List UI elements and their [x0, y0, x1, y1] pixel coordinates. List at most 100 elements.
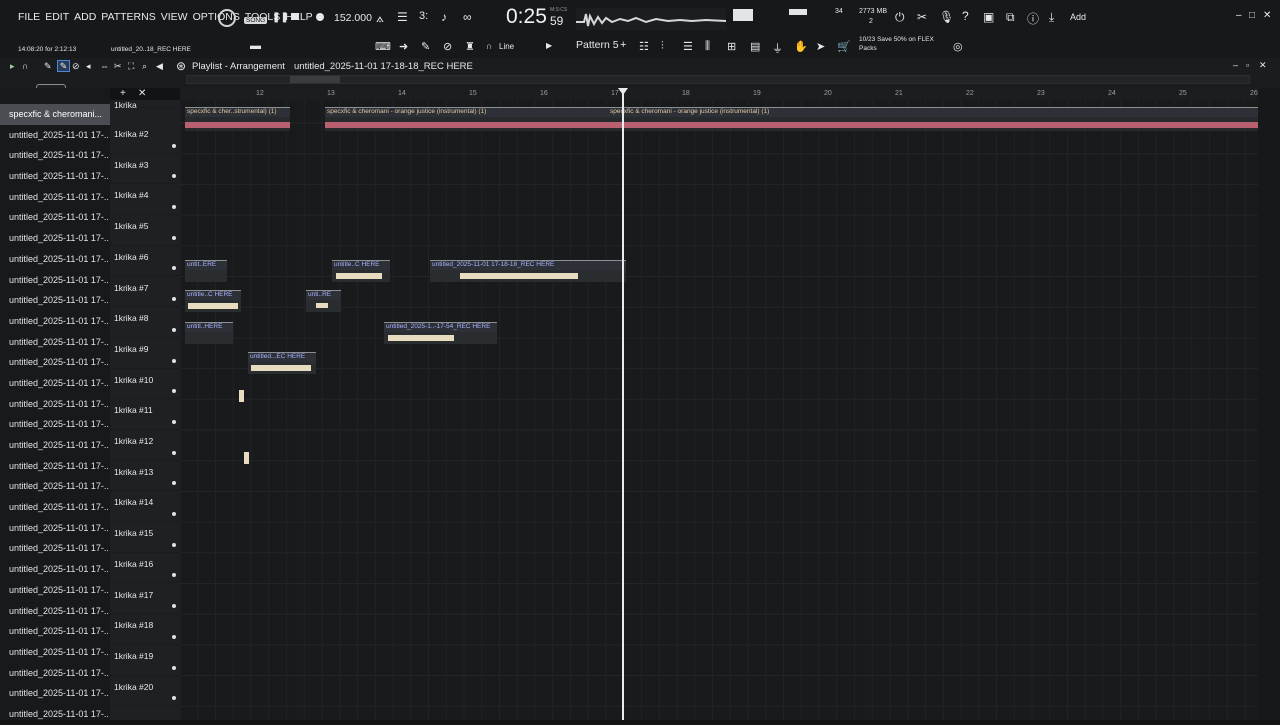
browser-item[interactable]: untitled_2025-11-01 17-.. — [0, 704, 110, 725]
browser-item[interactable]: untitled_2025-11-01 17-.. — [0, 456, 110, 477]
typing-keyboard-icon[interactable]: ⌨ — [375, 40, 391, 53]
browser-item[interactable]: untitled_2025-11-01 17-.. — [0, 166, 110, 187]
track-header[interactable]: 1krika #20 — [110, 676, 180, 707]
collapse-icon[interactable]: ✕ — [138, 88, 146, 99]
play-arrow-icon[interactable]: ▶ — [546, 41, 552, 50]
vertical-scrollbar[interactable] — [1258, 88, 1280, 720]
tempo-display[interactable]: 152.000 — [334, 12, 372, 24]
track-led-icon[interactable] — [172, 450, 176, 455]
track-header[interactable]: 1krika #4 — [110, 184, 180, 216]
channel-rack-icon[interactable]: ⫶ — [661, 40, 664, 53]
browser-item[interactable]: untitled_2025-11-01 17-.. — [0, 663, 110, 684]
snap-select[interactable]: Line — [499, 42, 514, 51]
news-ticker[interactable]: 10/23 Save 50% on FLEX — [859, 36, 934, 43]
browser-item[interactable]: untitled_2025-11-01 17-.. — [0, 518, 110, 539]
loop-record-icon[interactable]: ∞ — [463, 10, 472, 24]
browser-item[interactable]: untitled_2025-11-01 17-.. — [0, 290, 110, 311]
track-header[interactable]: 1krika #5 — [110, 215, 180, 246]
send-icon[interactable]: ➤ — [816, 40, 825, 53]
track-header[interactable]: 1krika #13 — [110, 461, 180, 492]
track-header[interactable]: 1krika #7 — [110, 277, 180, 308]
pat-song-knob-icon[interactable] — [218, 9, 236, 27]
stamp-icon[interactable]: ♜ — [465, 40, 475, 53]
browser-item[interactable]: untitled_2025-11-01 17-.. — [0, 683, 110, 704]
track-header[interactable]: 1krika #10 — [110, 369, 180, 400]
record-button[interactable] — [316, 13, 324, 21]
playhead-marker-icon[interactable] — [618, 88, 628, 95]
browser-item[interactable]: untitled_2025-11-01 17-.. — [0, 311, 110, 332]
menu-file[interactable]: FILE — [18, 11, 40, 23]
track-led-icon[interactable] — [172, 205, 176, 210]
magnet-icon[interactable]: ∩ — [486, 41, 492, 51]
browser-item[interactable]: untitled_2025-11-01 17-.. — [0, 373, 110, 394]
track-led-icon[interactable] — [172, 174, 176, 179]
audio-clip-2[interactable]: specxfic & cheromani - orange justice (i… — [325, 107, 625, 131]
paint-tool-icon[interactable]: ✎ — [57, 60, 70, 72]
browser-item[interactable]: untitled_2025-11-01 17-.. — [0, 145, 110, 166]
scroll-thumb[interactable] — [290, 76, 340, 83]
add-button[interactable]: Add — [1070, 12, 1086, 22]
delete-tool-icon[interactable]: ⊘ — [72, 61, 80, 72]
vocal-clip-3[interactable]: untitled_2025-11-01 17-18-18_REC HERE — [430, 260, 626, 282]
touch-icon[interactable]: ✋ — [794, 40, 808, 53]
plugin-db-icon[interactable]: ▤ — [750, 40, 760, 53]
playlist-close[interactable]: ✕ — [1259, 60, 1267, 71]
track-led-icon[interactable] — [172, 542, 176, 547]
audio-clip-1[interactable]: specxfic & cher..strumental) (1) — [185, 107, 290, 131]
master-volume-meter[interactable] — [733, 9, 753, 21]
browser-item[interactable]: untitled_2025-11-01 17-.. — [0, 249, 110, 270]
browser-item[interactable]: untitled_2025-11-01 17-.. — [0, 497, 110, 518]
track-led-icon[interactable] — [172, 696, 176, 701]
track-led-icon[interactable] — [172, 419, 176, 424]
arrow-right-icon[interactable]: ➜ — [399, 40, 408, 53]
browser-icon[interactable]: ⊞ — [727, 40, 736, 53]
close-button[interactable]: ✕ — [1263, 10, 1271, 21]
playlist-minimize[interactable]: – — [1233, 60, 1238, 70]
mixer-icon[interactable]: ⫼ — [705, 40, 710, 53]
countdown-icon[interactable]: 3: — [419, 10, 428, 22]
browser-item[interactable]: untitled_2025-11-01 17-.. — [0, 187, 110, 208]
song-mode-toggle[interactable]: SONG — [244, 17, 268, 24]
browser-item[interactable]: untitled_2025-11-01 17-.. — [0, 601, 110, 622]
pattern-select[interactable]: Pattern 5 — [576, 39, 619, 51]
vocal-clip-4[interactable]: untitle..C HERE — [185, 290, 241, 312]
draw-tool-icon[interactable]: ✎ — [44, 61, 52, 72]
browser-selected-item[interactable]: specxfic & cheromani... — [0, 104, 110, 125]
select-tool-icon[interactable]: ⛶ — [128, 61, 134, 72]
browser-item[interactable]: untitled_2025-11-01 17-.. — [0, 332, 110, 353]
timeline-ruler[interactable]: 12 13 14 15 16 17 18 19 20 21 22 23 24 25 26 — [180, 88, 1258, 100]
track-led-icon[interactable] — [172, 481, 176, 486]
vocal-clip-8[interactable]: untitled...EC HERE — [248, 352, 316, 374]
menu-edit[interactable]: EDIT — [45, 11, 69, 23]
track-header[interactable]: 1krika #6 — [110, 246, 180, 277]
blend-notes-icon[interactable]: ♪ — [441, 10, 447, 24]
link-icon[interactable]: ⊘ — [443, 40, 452, 53]
browser-item[interactable]: untitled_2025-11-01 17-.. — [0, 538, 110, 559]
shop-icon[interactable]: 🛒 — [837, 40, 851, 53]
track-led-icon[interactable] — [172, 634, 176, 639]
track-led-icon[interactable] — [172, 665, 176, 670]
browser-item[interactable]: untitled_2025-11-01 17-.. — [0, 414, 110, 435]
track-header[interactable]: 1krika #16 — [110, 553, 180, 584]
vocal-clip-2[interactable]: untitle..C HERE — [332, 260, 390, 282]
track-led-icon[interactable] — [172, 235, 176, 240]
brush-icon[interactable]: ✎ — [421, 40, 430, 53]
zoom-tool-icon[interactable]: ⌕ — [142, 61, 147, 72]
browser-item[interactable]: untitled_2025-11-01 17-.. — [0, 642, 110, 663]
track-header[interactable]: 1krika #12 — [110, 430, 180, 461]
plugin-icon[interactable]: ⧉ — [1006, 10, 1015, 25]
browser-item[interactable]: untitled_2025-11-01 17-.. — [0, 352, 110, 373]
metronome-icon[interactable]: ⟑ — [376, 10, 384, 26]
help-icon[interactable]: ? — [962, 9, 969, 23]
browser-item[interactable]: untitled_2025-11-01 17-.. — [0, 207, 110, 228]
time-format-label[interactable]: M:S:CS — [550, 7, 567, 13]
browser-item[interactable]: untitled_2025-11-01 17-.. — [0, 476, 110, 497]
info-icon[interactable]: ⓘ — [1027, 10, 1039, 27]
menu-patterns[interactable]: PATTERNS — [101, 11, 155, 23]
globe-icon[interactable]: ◎ — [953, 40, 963, 53]
track-header-1[interactable]: 1krika — [110, 100, 180, 110]
playback-tool-icon[interactable]: ◀ — [156, 61, 163, 72]
track-header[interactable]: 1krika #14 — [110, 491, 180, 523]
track-header[interactable]: 1krika #11 — [110, 399, 180, 430]
pause-button[interactable]: ❚❚ — [272, 12, 289, 23]
